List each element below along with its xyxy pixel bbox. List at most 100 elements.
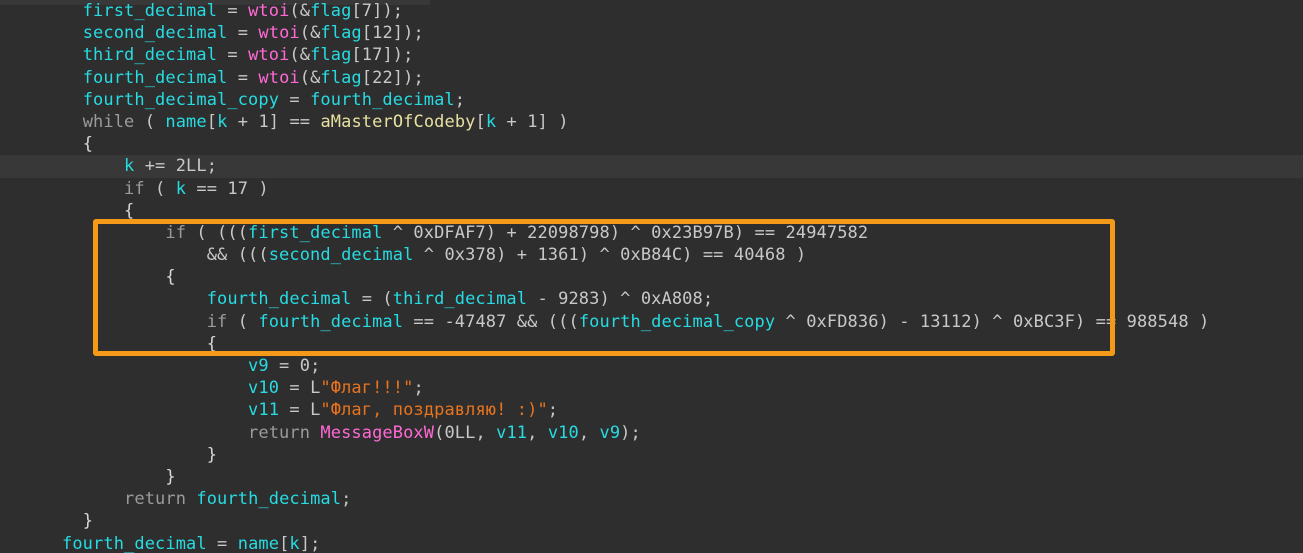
token-var: fourth_decimal_copy: [578, 311, 776, 332]
token-punc: [: [475, 111, 486, 132]
token-num: 0LL: [444, 422, 476, 443]
token-num: 2LL: [175, 156, 207, 177]
token-brace: {: [124, 200, 135, 221]
token-punc: ;: [310, 356, 321, 376]
token-var: fourth_decimal: [206, 289, 352, 310]
code-line[interactable]: fourth_decimal = name[k];: [0, 533, 1303, 553]
token-punc: ]);: [382, 45, 414, 66]
token-punc: =: [268, 356, 300, 376]
token-punc: =: [217, 45, 249, 66]
code-line[interactable]: k += 2LL;: [0, 155, 1303, 178]
token-punc: [: [351, 45, 362, 66]
code-listing[interactable]: first_decimal = wtoi(&flag[7]); second_d…: [0, 0, 1303, 553]
token-num: 12: [372, 23, 393, 44]
code-line[interactable]: if ( (((first_decimal ^ 0xDFAF7) + 22098…: [0, 222, 1303, 244]
token-punc: =: [279, 378, 311, 399]
token-punc: +: [227, 111, 259, 132]
pseudocode-decompiler-view[interactable]: first_decimal = wtoi(&flag[7]); second_d…: [0, 0, 1303, 553]
token-punc: =: [279, 400, 311, 421]
code-line[interactable]: fourth_decimal = wtoi(&flag[22]);: [0, 67, 1303, 89]
token-punc: [: [279, 533, 290, 553]
code-line[interactable]: return MessageBoxW(0LL, v11, v10, v9);: [0, 422, 1303, 444]
token-punc: ]);: [392, 23, 424, 44]
token-punc: ) ^: [609, 222, 652, 243]
code-line[interactable]: fourth_decimal_copy = fourth_decimal;: [0, 89, 1303, 111]
token-punc: ): [785, 245, 807, 266]
code-line[interactable]: return fourth_decimal;: [0, 488, 1303, 510]
token-punc: =: [279, 89, 311, 110]
token-punc: =: [217, 1, 249, 21]
token-kw: if: [165, 222, 187, 243]
token-punc: ): [1188, 311, 1210, 332]
token-var: third_decimal: [392, 289, 528, 310]
token-num: 1: [527, 111, 538, 132]
token-kw: if: [206, 311, 228, 332]
token-num: 17: [361, 45, 383, 66]
code-line[interactable]: {: [0, 133, 1303, 155]
token-kw: return: [124, 489, 187, 510]
token-glob: aMasterOfCodeby: [320, 111, 476, 132]
token-punc: =: [227, 23, 259, 44]
token-num: 17: [227, 178, 249, 199]
token-punc: ]);: [372, 1, 404, 21]
token-punc: ^: [413, 245, 445, 266]
token-num: 0xFD836: [806, 311, 879, 332]
token-var: fourth_decimal: [310, 89, 455, 110]
token-num: 40468: [733, 245, 786, 266]
code-line[interactable]: }: [0, 444, 1303, 466]
token-fn: wtoi: [248, 45, 290, 66]
code-line[interactable]: {: [0, 266, 1303, 288]
token-var: fourth_decimal: [258, 311, 404, 332]
token-punc: =: [206, 533, 238, 553]
token-var: fourth_decimal: [82, 67, 228, 88]
token-punc: ) ==: [682, 245, 734, 266]
token-punc: ;: [547, 400, 559, 421]
code-line[interactable]: first_decimal = wtoi(&flag[7]);: [0, 0, 1303, 22]
token-strpfx: L: [310, 400, 321, 421]
code-line[interactable]: if ( k == 17 ): [0, 178, 1303, 200]
code-line[interactable]: v9 = 0;: [0, 355, 1303, 377]
token-fn: wtoi: [258, 23, 300, 44]
token-num: 22: [372, 67, 393, 88]
token-punc: ,: [578, 422, 600, 443]
code-line[interactable]: v11 = L"Флаг, поздравляю! :)";: [0, 399, 1303, 421]
code-line[interactable]: {: [0, 200, 1303, 222]
token-var: second_decimal: [268, 245, 414, 266]
code-line[interactable]: v10 = L"Флаг!!!";: [0, 377, 1303, 399]
code-line[interactable]: {: [0, 333, 1303, 355]
code-line[interactable]: if ( fourth_decimal == -47487 && (((four…: [0, 311, 1303, 333]
token-num: 24947582: [785, 222, 869, 243]
code-line[interactable]: second_decimal = wtoi(&flag[12]);: [0, 22, 1303, 44]
code-line[interactable]: third_decimal = wtoi(&flag[17]);: [0, 44, 1303, 66]
token-var: v9: [248, 356, 269, 376]
token-var: k: [124, 156, 135, 177]
token-var: fourth_decimal: [196, 489, 342, 510]
token-punc: ) +: [485, 222, 528, 243]
code-line[interactable]: fourth_decimal = (third_decimal - 9283) …: [0, 288, 1303, 310]
code-line[interactable]: }: [0, 466, 1303, 488]
token-brace: {: [206, 333, 218, 354]
token-punc: ) ^: [578, 245, 621, 266]
code-line[interactable]: while ( name[k + 1] == aMasterOfCodeby[k…: [0, 111, 1303, 133]
token-punc: ;: [454, 89, 466, 110]
token-num: 0x23B97B: [651, 222, 734, 243]
token-punc: =: [227, 67, 259, 88]
token-punc: ;: [413, 378, 424, 399]
code-line[interactable]: }: [0, 510, 1303, 532]
token-punc: [186, 489, 196, 509]
token-kw: return: [248, 422, 311, 443]
token-brace: {: [82, 134, 94, 155]
token-strpfx: L: [310, 378, 321, 399]
token-punc: ) ==: [1074, 311, 1127, 332]
code-line[interactable]: && (((second_decimal ^ 0x378) + 1361) ^ …: [0, 244, 1303, 266]
token-punc: ==: [403, 311, 445, 332]
